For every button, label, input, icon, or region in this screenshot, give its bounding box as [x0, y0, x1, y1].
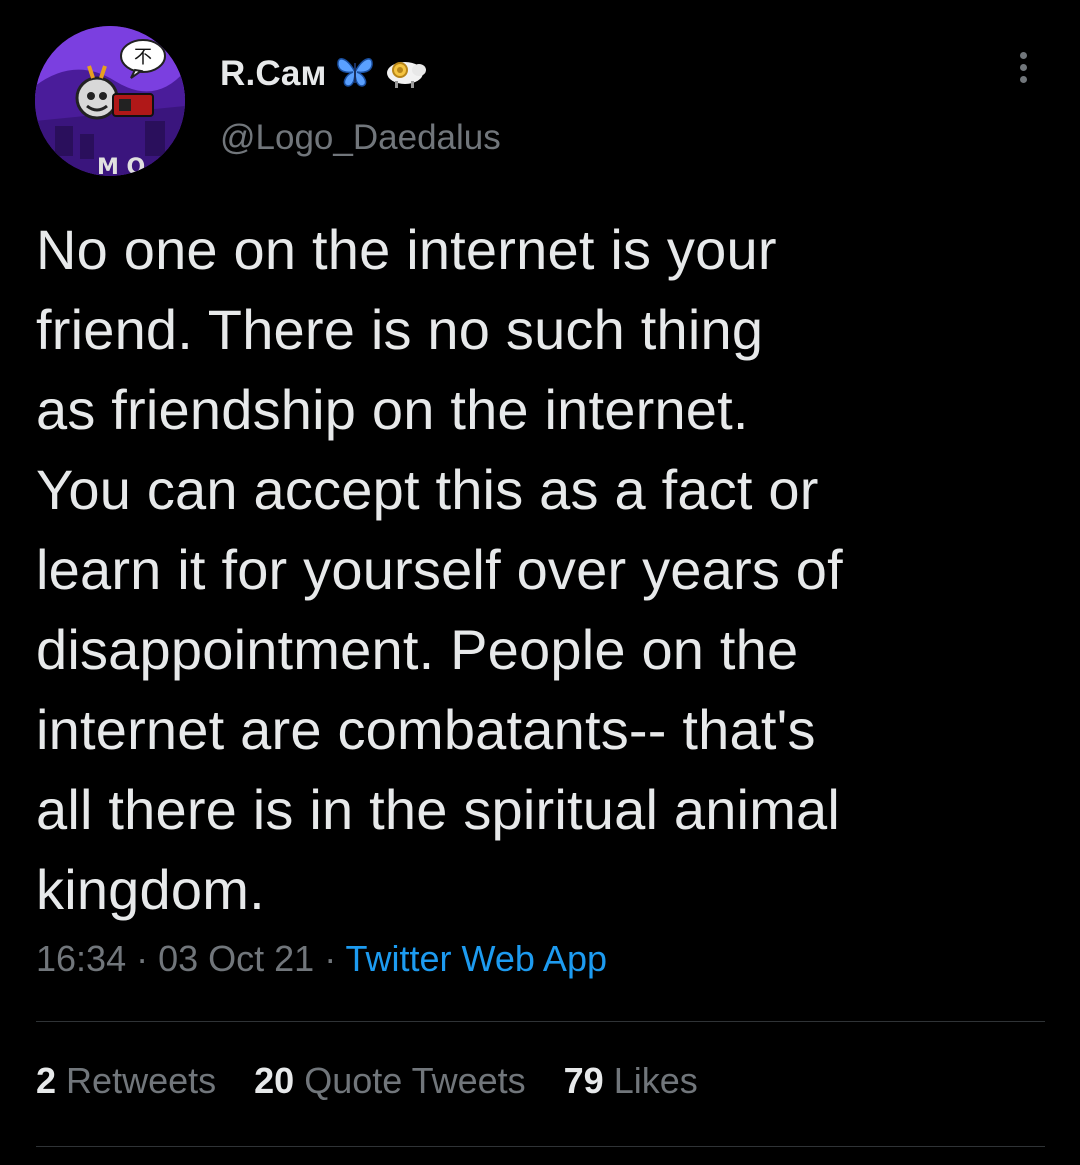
retweets-stat[interactable]: 2 Retweets [36, 1060, 216, 1102]
tweet-text-line: disappointment. People on the [36, 618, 799, 681]
avatar[interactable]: 不 M O [35, 26, 185, 176]
quote-tweets-count: 20 [254, 1060, 295, 1101]
tweet-date[interactable]: 03 Oct 21 [158, 938, 314, 979]
tweet-text-line: learn it for yourself over years of [36, 538, 843, 601]
tweet-text-line: friend. There is no such thing [36, 298, 764, 361]
meta-separator: · [126, 938, 159, 979]
tweet-text-line: as friendship on the internet. [36, 378, 749, 441]
tweet-header: 不 M O R.Cам @Logo_Daedalus [35, 26, 1045, 176]
ram-icon [383, 55, 427, 94]
tweet-time[interactable]: 16:34 [36, 938, 126, 979]
handle[interactable]: @Logo_Daedalus [220, 118, 501, 158]
meta-separator: · [314, 938, 346, 979]
butterfly-icon [335, 55, 375, 94]
likes-label: Likes [613, 1060, 698, 1101]
avatar-image: 不 M O [35, 26, 185, 176]
svg-text:M O: M O [97, 155, 145, 176]
quote-tweets-label: Quote Tweets [304, 1060, 526, 1101]
tweet-text-line: kingdom. [36, 858, 265, 921]
tweet-text: No one on the internet is your friend. T… [36, 210, 996, 930]
tweet-text-line: internet are combatants-- that's [36, 698, 816, 761]
tweet-text-line: You can accept this as a fact or [36, 458, 819, 521]
tweet-text-line: all there is in the spiritual animal [36, 778, 841, 841]
likes-count: 79 [563, 1060, 604, 1101]
tweet-stats: 2 Retweets 20 Quote Tweets 79 Likes [36, 1060, 736, 1102]
more-options-icon[interactable] [1011, 52, 1035, 88]
divider [36, 1146, 1045, 1147]
retweets-label: Retweets [66, 1060, 217, 1101]
likes-stat[interactable]: 79 Likes [564, 1060, 698, 1102]
divider [36, 1021, 1045, 1022]
author-names: R.Cам @Logo_Daedalus [220, 52, 501, 158]
tweet-meta: 16:34 · 03 Oct 21 · Twitter Web App [36, 938, 607, 980]
display-name[interactable]: R.Cам [220, 54, 327, 94]
tweet-source-link[interactable]: Twitter Web App [346, 938, 607, 979]
retweets-count: 2 [36, 1060, 57, 1101]
tweet-detail: 不 M O R.Cам @Logo_Daedalus No one on the… [0, 0, 1080, 1165]
quote-tweets-stat[interactable]: 20 Quote Tweets [254, 1060, 526, 1102]
display-name-row: R.Cам [220, 52, 501, 96]
tweet-text-line: No one on the internet is your [36, 218, 777, 281]
svg-text:不: 不 [134, 47, 152, 68]
